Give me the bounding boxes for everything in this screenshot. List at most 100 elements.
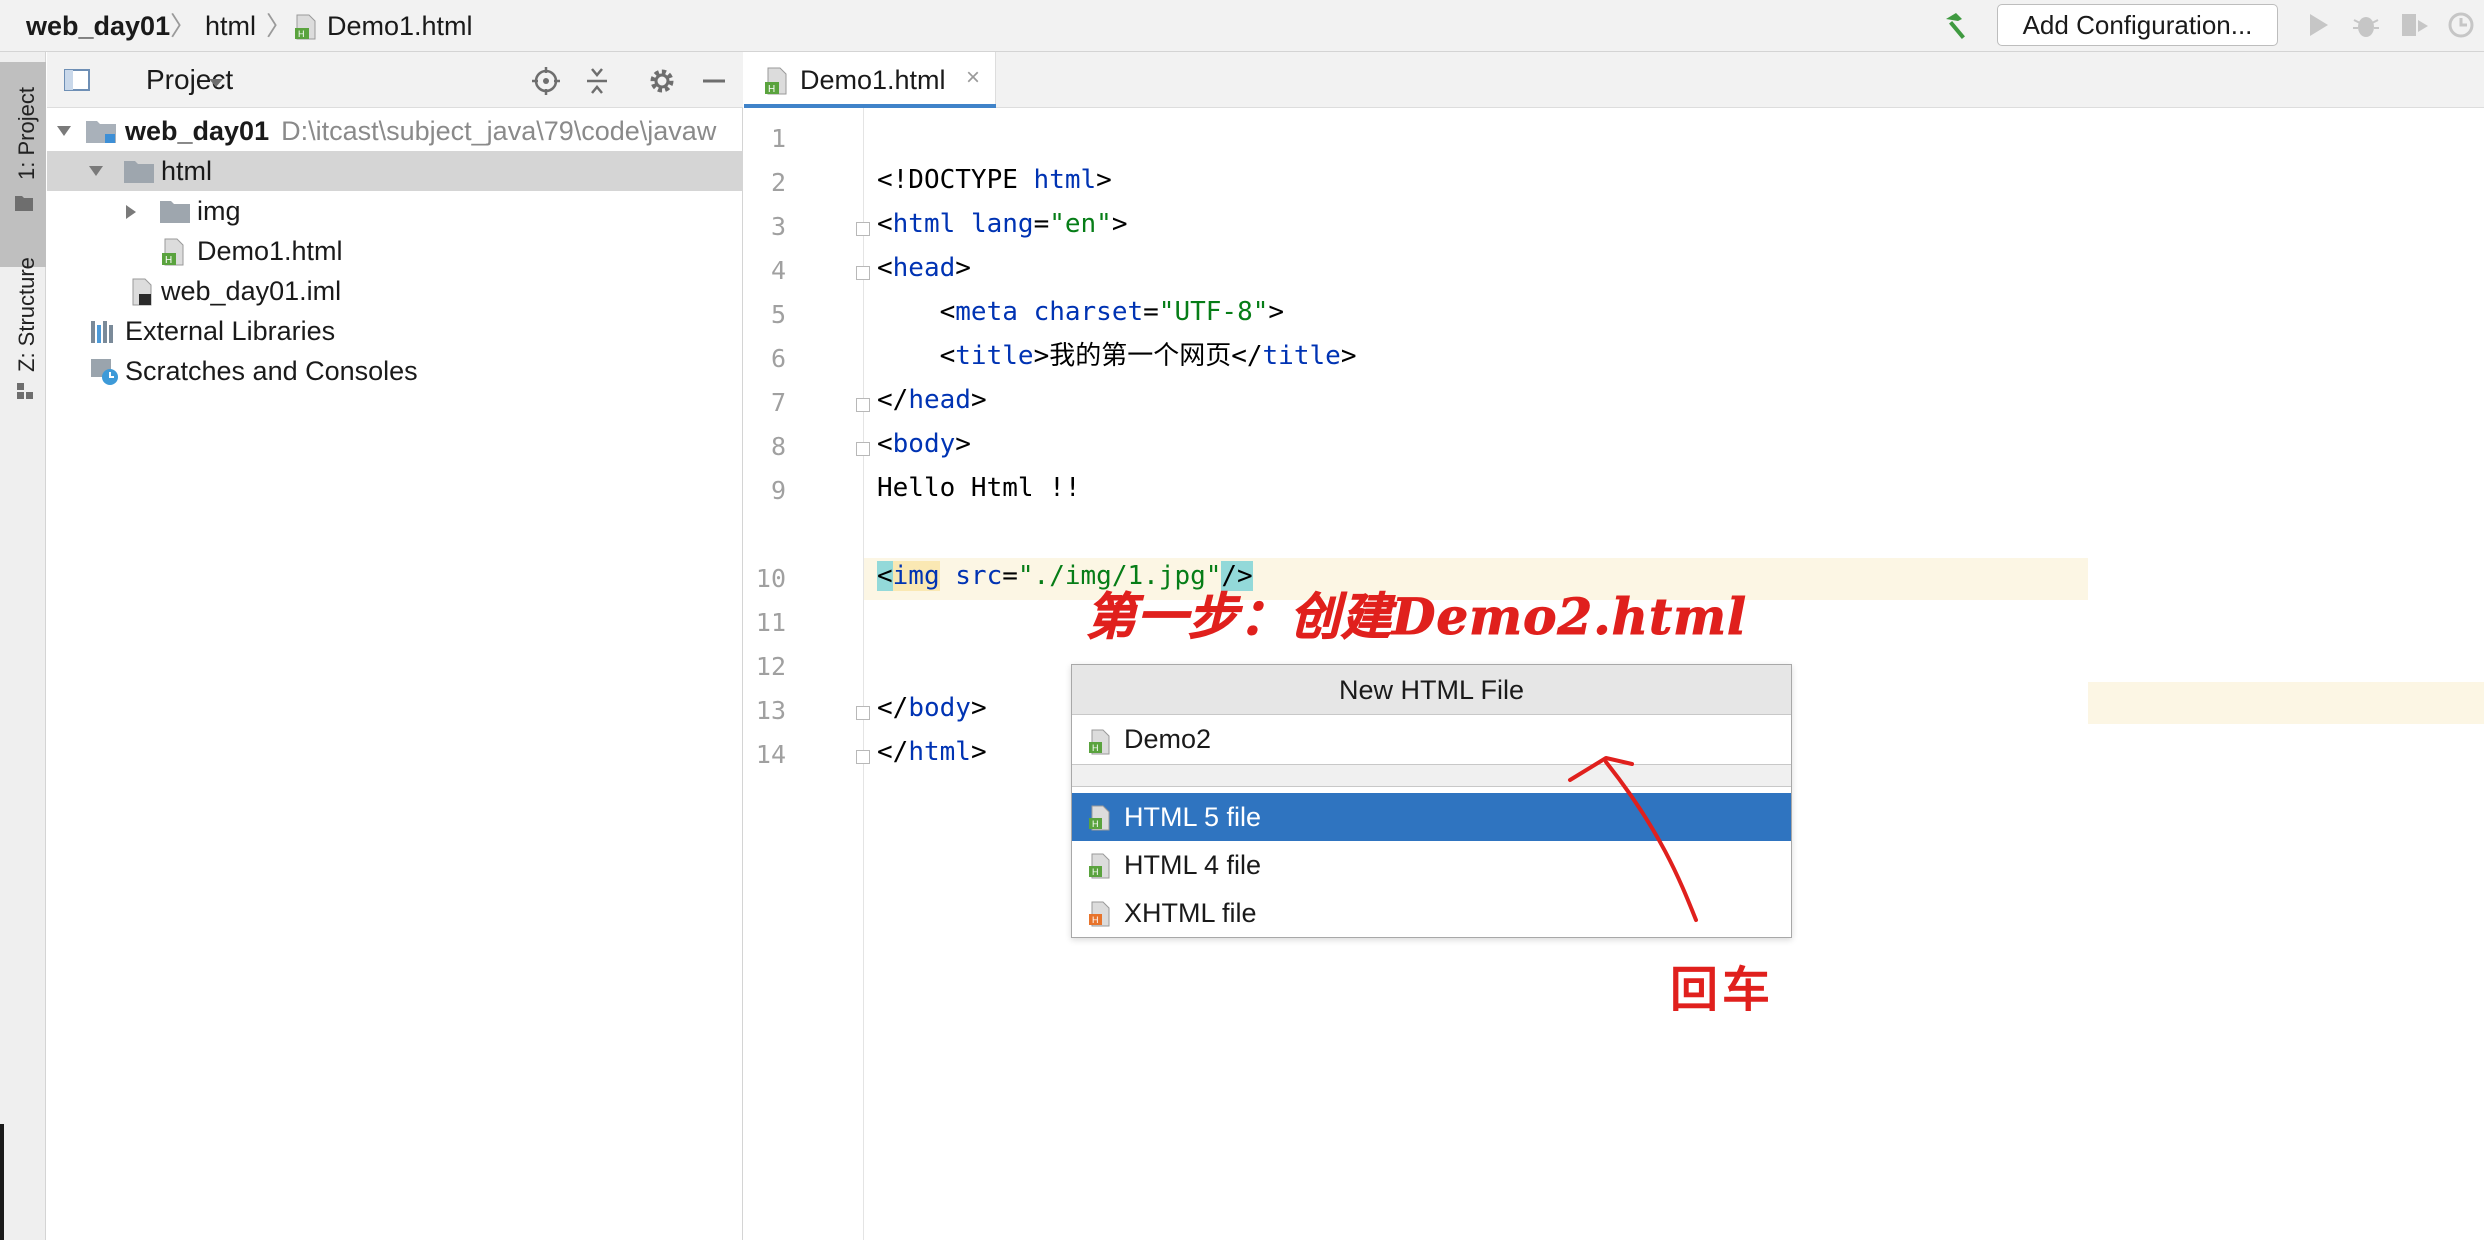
code-token: html	[892, 209, 971, 239]
annotation-enter-text: 回车	[1670, 962, 1775, 1018]
line-number: 3	[770, 212, 786, 241]
code-line[interactable]: <meta charset="UTF-8">	[877, 294, 1284, 330]
folder-icon	[123, 157, 155, 190]
code-line[interactable]: </html>	[877, 734, 987, 770]
tool-window-strip: 1: Project Z: Structure	[0, 52, 46, 1240]
project-panel: Project web_day01 D:\itcast\subject_java\…	[47, 52, 743, 1240]
structure-icon	[16, 382, 34, 405]
code-line[interactable]: <body>	[877, 426, 971, 462]
coverage-icon[interactable]	[2398, 10, 2432, 45]
code-token: </	[877, 385, 909, 415]
code-token: meta	[955, 297, 1034, 327]
code-token: >	[1111, 209, 1128, 239]
code-token: <	[877, 297, 956, 327]
tab-demo1-html[interactable]: H Demo1.html ×	[744, 52, 996, 108]
line-number: 4	[770, 256, 786, 285]
code-token: =	[1033, 209, 1050, 239]
html-file-icon: H	[1086, 805, 1112, 836]
tree-item-external-libraries[interactable]: External Libraries	[47, 311, 743, 351]
popup-item-label: XHTML file	[1124, 898, 1257, 928]
code-token: head	[892, 253, 956, 283]
fold-marker[interactable]	[856, 266, 870, 280]
debug-icon[interactable]	[2350, 10, 2382, 45]
line-number: 10	[755, 564, 786, 593]
code-token: head	[908, 385, 971, 415]
code-token: lang	[970, 209, 1034, 239]
project-tool-window-tab[interactable]: 1: Project	[0, 62, 46, 267]
svg-text:H: H	[1092, 867, 1099, 877]
code-line[interactable]: </head>	[877, 382, 987, 418]
tree-item-img[interactable]: img	[47, 191, 743, 231]
project-tab-label: 1: Project	[14, 87, 39, 180]
fold-marker[interactable]	[856, 706, 870, 720]
fold-marker[interactable]	[856, 750, 870, 764]
line-highlight	[2088, 682, 2484, 724]
popup-title: New HTML File	[1072, 665, 1791, 715]
breadcrumb-project[interactable]: web_day01	[26, 10, 170, 42]
tree-item-web-day01[interactable]: web_day01 D:\itcast\subject_java\79\code\…	[47, 111, 743, 151]
popup-item-label: HTML 5 file	[1124, 802, 1262, 832]
minimize-icon[interactable]	[701, 66, 727, 101]
code-token: src	[955, 561, 1003, 591]
code-line[interactable]: <!DOCTYPE html>	[877, 162, 1112, 198]
code-token: charset	[1033, 297, 1144, 327]
folder-icon	[159, 197, 191, 230]
run-icon[interactable]	[2304, 10, 2332, 45]
html-file-icon: H	[1086, 853, 1112, 884]
close-icon[interactable]: ×	[966, 64, 980, 92]
hammer-icon[interactable]	[1940, 9, 1974, 48]
chevron-down-icon[interactable]	[207, 76, 225, 94]
line-number: 12	[755, 652, 786, 681]
html-file-icon: H	[1086, 729, 1112, 760]
breadcrumb-folder[interactable]: html	[205, 10, 256, 42]
svg-text:H: H	[1092, 819, 1099, 829]
chevron-right-icon[interactable]	[123, 203, 139, 226]
code-token: >	[955, 429, 971, 459]
gear-icon[interactable]	[647, 66, 677, 101]
add-configuration-button[interactable]: Add Configuration...	[1997, 4, 2278, 46]
line-number: 1	[770, 124, 786, 153]
fold-marker[interactable]	[856, 222, 870, 236]
line-number: 5	[770, 300, 786, 329]
chevron-down-icon[interactable]	[55, 123, 73, 144]
line-number: 13	[755, 696, 786, 725]
line-number: 8	[770, 432, 786, 461]
code-token: "UTF-8"	[1158, 297, 1269, 327]
code-token: >	[1340, 341, 1357, 371]
module-path: D:\itcast\subject_java\79\code\javaw	[281, 116, 717, 146]
code-token: <	[877, 341, 956, 371]
code-token: >	[955, 253, 971, 283]
tree-item-label: Demo1.html	[197, 236, 343, 266]
locate-icon[interactable]	[531, 66, 561, 101]
editor-tab-bar: H Demo1.html ×	[744, 52, 2484, 108]
line-number: 9	[770, 476, 786, 505]
tree-item-iml[interactable]: web_day01.iml	[47, 271, 743, 311]
code-token: <	[877, 253, 893, 283]
breadcrumb-file[interactable]: Demo1.html	[327, 10, 473, 42]
breadcrumb-separator: 〉	[266, 11, 293, 41]
file-name-input[interactable]: Demo2	[1124, 723, 1211, 755]
fold-marker[interactable]	[856, 442, 870, 456]
code-token: <	[877, 429, 893, 459]
svg-text:H: H	[768, 84, 775, 95]
breadcrumb-separator: 〉	[170, 11, 197, 41]
line-number: 11	[755, 608, 786, 637]
profile-icon[interactable]	[2446, 10, 2480, 45]
html-file-icon: H	[159, 237, 187, 272]
tree-item-demo1-html[interactable]: H Demo1.html	[47, 231, 743, 271]
collapse-all-icon[interactable]	[583, 66, 611, 101]
tree-item-scratches[interactable]: Scratches and Consoles	[47, 351, 743, 391]
chevron-down-icon[interactable]	[87, 163, 105, 184]
code-line[interactable]: </body>	[877, 690, 987, 726]
fold-marker[interactable]	[856, 398, 870, 412]
structure-tab-label[interactable]: Z: Structure	[14, 257, 40, 372]
code-token: body	[892, 429, 956, 459]
tree-item-label: html	[161, 156, 213, 186]
code-line[interactable]: <html lang="en">	[877, 206, 1128, 242]
code-line[interactable]: <head>	[877, 250, 971, 286]
svg-text:H: H	[1092, 915, 1099, 925]
tree-item-html[interactable]: html	[47, 151, 743, 191]
code-line[interactable]: Hello Html !!	[877, 470, 1081, 506]
code-line[interactable]: <title>我的第一个网页</title>	[877, 338, 1357, 374]
tree-item-label: img	[197, 196, 241, 226]
